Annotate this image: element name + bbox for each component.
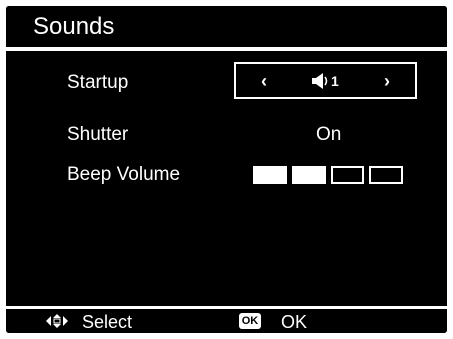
- startup-value: 1: [331, 73, 339, 89]
- volume-block-empty: [369, 166, 403, 184]
- shutter-label: Shutter: [67, 124, 129, 145]
- startup-selector[interactable]: ‹ 1 ›: [234, 62, 417, 99]
- footer-bar: Select OK OK: [6, 309, 447, 333]
- ok-button-icon: OK: [239, 313, 261, 329]
- title-bar: Sounds: [6, 6, 447, 47]
- beep-volume-meter[interactable]: [253, 166, 403, 184]
- select-hint-label: Select: [82, 312, 133, 332]
- page-title: Sounds: [33, 13, 115, 40]
- speaker-icon: [312, 73, 328, 89]
- startup-label: Startup: [67, 72, 129, 93]
- right-arrow-icon[interactable]: ›: [384, 70, 390, 92]
- four-way-nav-icon: [46, 314, 68, 328]
- shutter-value: On: [316, 124, 342, 145]
- left-arrow-icon[interactable]: ‹: [261, 70, 267, 92]
- camera-menu-screen: Sounds Startup ‹ 1 › Shutter On Beep Vol…: [6, 6, 447, 333]
- volume-block-empty: [330, 166, 365, 184]
- ok-hint-label: OK: [281, 312, 308, 332]
- menu-content: Startup ‹ 1 › Shutter On Beep Volume: [6, 51, 447, 306]
- volume-block-filled: [291, 166, 326, 184]
- volume-block-filled: [253, 166, 287, 184]
- beep-volume-label: Beep Volume: [67, 164, 181, 185]
